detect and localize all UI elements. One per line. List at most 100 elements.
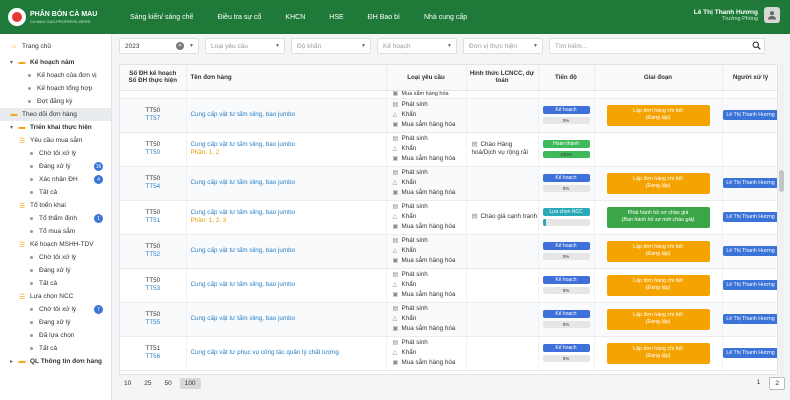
count-badge: 16 [94,162,103,171]
col-stage[interactable]: Giai đoạn [594,65,723,91]
sidebar-item-home[interactable]: ⌂ Trang chủ [0,40,111,53]
nav-nha-cung-cap[interactable]: Nhà cung cấp [412,14,479,21]
sidebar-item-ncc-processing[interactable]: Đang xử lý [0,316,111,329]
sidebar-item-label: Chờ tôi xử lý [39,150,77,157]
exec-code[interactable]: TT55 [120,319,186,327]
sidebar-item-ncc[interactable]: ☰ Lựa chọn NCC [0,290,111,303]
table-row[interactable]: TT50 TT51 Cung cấp vật tư tấm sling, bao j… [120,200,777,235]
page-size-25[interactable]: 25 [139,378,156,389]
col-form[interactable]: Hình thức LCNCC, dự toán [466,65,539,91]
table-row[interactable]: TT50 TT50 Cung cấp vật tư tấm sling, bao j… [120,132,777,167]
stage-badge[interactable]: Lập đơn hàng chi tiết (Đang lập) [606,274,710,296]
handler-badge[interactable]: Lê Thị Thanh Hương [723,246,777,256]
search-icon[interactable] [752,41,761,50]
table-row[interactable]: TT50 TT54 Cung cấp vật tư tấm sling, bao j… [120,166,777,201]
sidebar-item-team-purchase[interactable]: Tổ mua sắm [0,225,111,238]
page-size-50[interactable]: 50 [159,378,176,389]
exec-code[interactable]: TT52 [120,251,186,259]
col-name[interactable]: Tên đơn hàng [186,65,387,91]
handler-badge[interactable]: Lê Thị Thanh Hương [723,178,777,188]
table-row[interactable]: TT50 TT52 Cung cấp vật tư tấm sling, bao j… [120,234,777,269]
table-row[interactable]: TT50 TT57 Cung cấp vật tư tấm sling, bao j… [120,98,777,133]
order-name-link[interactable]: Cung cấp vật tư tấm sling, bao jumbo [191,315,386,323]
sidebar-item-mshh-plan[interactable]: ☰ Kế hoạch MSHH-TDV [0,238,111,251]
unit-select[interactable]: Đơn vị thực hiện ▼ [463,38,543,54]
handler-badge[interactable]: Lê Thị Thanh Hương [723,280,777,290]
sidebar-item-register[interactable]: Đợt đăng ký [0,95,111,108]
handler-badge[interactable]: Lê Thị Thanh Hương [723,110,777,120]
stage-badge[interactable]: Lập đơn hàng chi tiết (Đang lập) [606,172,710,194]
scrollbar-track[interactable] [779,64,784,375]
plan-code: TT50 [145,277,161,284]
sidebar-item-confirm[interactable]: Xác nhận ĐH 4 [0,173,111,186]
sidebar-item-track-orders[interactable]: ▬ Theo dõi đơn hàng [0,108,111,121]
order-name-link[interactable]: Cung cấp vật tư tấm sling, bao jumbo [191,281,386,289]
exec-code[interactable]: TT56 [120,353,186,361]
exec-code[interactable]: TT57 [120,115,186,123]
table-row[interactable]: TT50 TT55 Cung cấp vật tư tấm sling, bao j… [120,302,777,337]
sidebar-item-deploy[interactable]: ▾ ▬ Triển khai thực hiện [0,121,111,134]
order-name-link[interactable]: Cung cấp vật tư tấm sling, bao jumbo [191,141,386,149]
sidebar-item-processing[interactable]: Đang xử lý 16 [0,160,111,173]
exec-code[interactable]: TT54 [120,183,186,191]
category-select[interactable]: Độ khẩn ▼ [291,38,371,54]
cart-icon: ▣ [392,90,399,97]
handler-badge[interactable]: Lê Thị Thanh Hương [723,212,777,222]
table-row[interactable]: TT50 TT53 Cung cấp vật tư tấm sling, bao j… [120,268,777,303]
sidebar-item-appraise[interactable]: Tổ thẩm định 1 [0,212,111,225]
handler-badge[interactable]: Lê Thị Thanh Hương [723,314,777,324]
exec-code[interactable]: TT53 [120,285,186,293]
col-progress[interactable]: Tiến độ [538,65,595,91]
sidebar-item-ncc-all[interactable]: Tất cả [0,342,111,355]
exec-code[interactable]: TT51 [120,217,186,225]
handler-badge[interactable]: Lê Thị Thanh Hương [723,348,777,358]
stage-badge[interactable]: Lập đơn hàng chi tiết (Đang lập) [606,104,710,126]
stage-badge[interactable]: Lập đơn hàng chi tiết (Đang lập) [606,342,710,364]
sidebar-item-plan-year[interactable]: ▾ ▬ Kế hoạch năm [0,56,111,69]
exec-code[interactable]: TT50 [120,149,186,157]
sidebar-item-pending[interactable]: Chờ tôi xử lý [0,147,111,160]
page-2[interactable]: 2 [769,377,785,390]
nav-dieu-tra-su-co[interactable]: Điều tra sự cố [205,14,273,21]
nav-khcn[interactable]: KHCN [273,14,317,21]
col-req[interactable]: Loại yêu cầu [386,65,467,91]
scrollbar-thumb[interactable] [779,170,784,192]
stage-badge[interactable]: Lập đơn hàng chi tiết (Đang lập) [606,240,710,262]
logo[interactable]: PHÂN BÓN CÀ MAU CA MAU GAS-PROFERTILIZER… [0,0,112,34]
user-menu[interactable]: Lê Thị Thanh Hương Trưởng Phòng [694,7,780,23]
page-size-10[interactable]: 10 [119,378,136,389]
plan-select[interactable]: Kế hoạch ▼ [377,38,457,54]
sidebar-item-mshh-processing[interactable]: Đang xử lý [0,264,111,277]
sidebar-item-ncc-pending[interactable]: Chờ tôi xử lý 7 [0,303,111,316]
order-name-link[interactable]: Cung cấp vật tư tấm sling, bao jumbo [191,111,386,119]
req-type-select[interactable]: Loại yêu cầu ▼ [205,38,285,54]
page-size-100[interactable]: 100 [179,378,201,389]
nav-dh-bao-bi[interactable]: ĐH Bao bì [356,14,412,21]
year-select[interactable]: 2023 ✕ ▼ [119,38,199,54]
nav-sang-kien[interactable]: Sáng kiến/ sáng chế [118,14,205,21]
stage-badge[interactable]: Lập đơn hàng chi tiết (Đang lập) [606,308,710,330]
table-row[interactable]: TT51 TT56 Cung cấp vật tư phục vụ công tác… [120,336,777,371]
sidebar-item-team[interactable]: ☰ Tổ triển khai [0,199,111,212]
clear-icon[interactable]: ✕ [176,42,184,50]
order-name-link[interactable]: Cung cấp vật tư phục vụ công tác quản lý… [191,349,386,357]
col-codes[interactable]: Số ĐH kế hoạch Số ĐH thực hiện [120,65,187,91]
sidebar-item-mshh-pending[interactable]: Chờ tôi xử lý [0,251,111,264]
col-handler[interactable]: Người xử lý [722,65,777,91]
order-name-link[interactable]: Cung cấp vật tư tấm sling, bao jumbo [191,209,386,217]
sidebar-item-plan-unit[interactable]: Kế hoạch của đơn vị [0,69,111,82]
avatar[interactable] [764,7,780,23]
nav-hse[interactable]: HSE [317,14,355,21]
sidebar-item-ql-info[interactable]: ▸ ▬ QL Thông tin đơn hàng [0,355,111,368]
order-name-link[interactable]: Cung cấp vật tư tấm sling, bao jumbo [191,179,386,187]
page-1[interactable]: 1 [752,377,766,390]
sidebar-item-all[interactable]: Tất cả [0,186,111,199]
sidebar-item-ncc-selected[interactable]: Đã lựa chọn [0,329,111,342]
plan-code: TT50 [145,175,161,182]
order-name-link[interactable]: Cung cấp vật tư tấm sling, bao jumbo [191,247,386,255]
sidebar-item-plan-total[interactable]: Kế hoạch tổng hợp [0,82,111,95]
search-input[interactable]: Tìm kiếm... [549,38,765,54]
stage-badge[interactable]: Phát hành hồ sơ chào giá (Ban hành hồ sơ … [606,206,710,228]
sidebar-item-mshh-all[interactable]: Tất cả [0,277,111,290]
sidebar-item-req-purchase[interactable]: ☰ Yêu cầu mua sắm [0,134,111,147]
